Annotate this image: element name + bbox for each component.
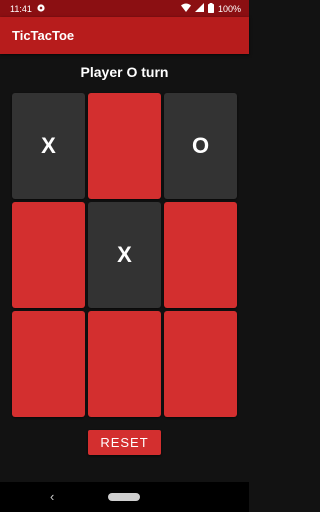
status-time: 11:41 bbox=[10, 3, 32, 14]
turn-indicator: Player O turn bbox=[80, 64, 169, 80]
board-cell-7[interactable] bbox=[12, 311, 85, 417]
board-cell-8[interactable] bbox=[88, 311, 161, 417]
notification-app-icon bbox=[37, 3, 45, 14]
board-cell-6[interactable] bbox=[164, 202, 237, 308]
home-pill-icon[interactable] bbox=[108, 493, 140, 501]
cell-mark: X bbox=[41, 133, 56, 158]
board-cell-9[interactable] bbox=[164, 311, 237, 417]
app-bar: TicTacToe bbox=[0, 17, 249, 54]
wifi-icon bbox=[180, 3, 191, 14]
navigation-bar: ‹ bbox=[0, 482, 249, 512]
board-cell-1[interactable]: X bbox=[12, 93, 85, 199]
battery-icon bbox=[207, 2, 214, 15]
board-cell-5[interactable]: X bbox=[88, 202, 161, 308]
board-cell-2[interactable] bbox=[88, 93, 161, 199]
app-title: TicTacToe bbox=[12, 28, 75, 43]
cell-mark: O bbox=[191, 133, 210, 158]
cell-mark: X bbox=[117, 242, 132, 267]
signal-icon bbox=[194, 3, 204, 14]
board-cell-3[interactable]: O bbox=[164, 93, 237, 199]
battery-level: 100% bbox=[217, 3, 241, 14]
status-bar: 11:41 100% bbox=[0, 0, 249, 17]
reset-button[interactable]: RESET bbox=[88, 430, 161, 455]
board-cell-4[interactable] bbox=[12, 202, 85, 308]
game-board: X O X bbox=[12, 93, 237, 417]
back-icon[interactable]: ‹ bbox=[50, 489, 54, 504]
